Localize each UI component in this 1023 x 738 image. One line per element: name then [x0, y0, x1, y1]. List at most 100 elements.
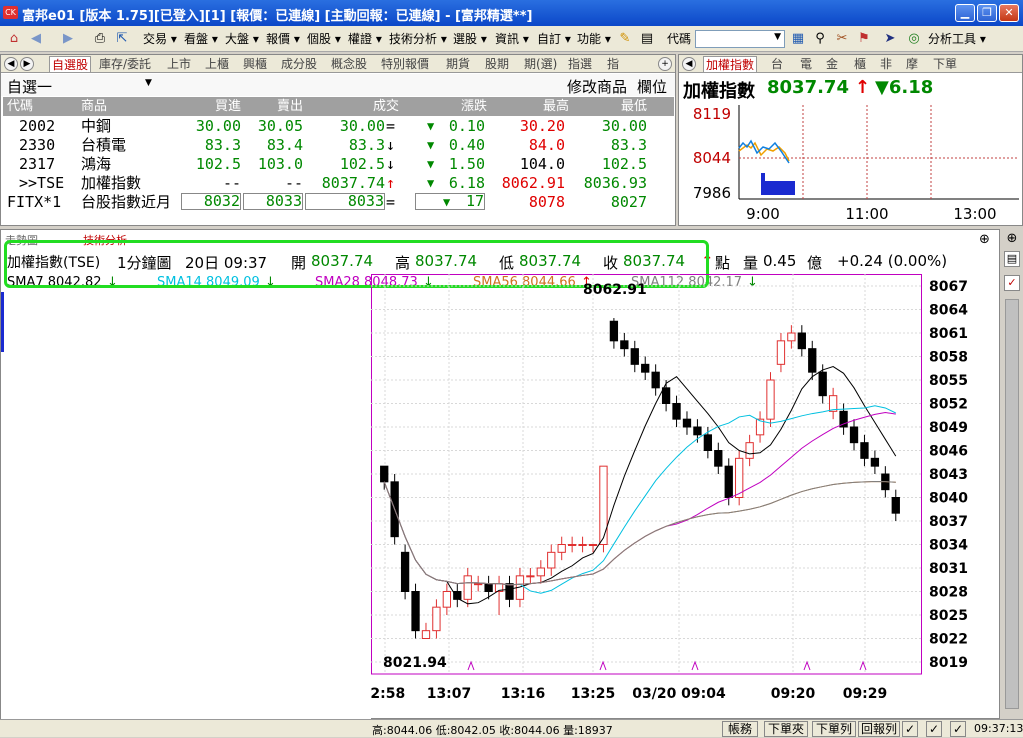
- table-row[interactable]: 2317 鴻海 102.5 103.0 102.5 1.50 104.0 102.5 ↓ ▼: [3, 155, 674, 174]
- cell-name: 加權指數: [81, 174, 142, 192]
- column-header[interactable]: 最高: [489, 97, 569, 116]
- watchlist-tab[interactable]: 指: [607, 56, 619, 72]
- tools-icon[interactable]: ✂: [834, 31, 850, 47]
- mini-chart-tab[interactable]: 櫃: [854, 56, 866, 72]
- tab-technical[interactable]: 技術分析: [83, 232, 127, 248]
- table-row[interactable]: 2330 台積電 83.3 83.4 83.3 0.40 84.0 83.3 ↓ ▼: [3, 136, 674, 155]
- close-icon[interactable]: ✕: [999, 4, 1019, 22]
- table-row[interactable]: >>TSE 加權指數 -- -- 8037.74 6.18 8062.91 8036.93 ↑ ▼: [3, 174, 674, 193]
- watchlist-tab[interactable]: 期(選): [524, 56, 557, 72]
- watchlist-tab[interactable]: 上櫃: [205, 56, 229, 72]
- y-tick-label: 8034: [929, 538, 968, 554]
- menu-item[interactable]: 報價 ▾: [266, 30, 300, 48]
- group-select[interactable]: 自選一 ▼: [7, 76, 152, 97]
- watchlist-tab[interactable]: 上市: [167, 56, 191, 72]
- print-icon[interactable]: ⎙: [92, 31, 108, 47]
- toggle-check-icon[interactable]: ✓: [926, 721, 942, 737]
- watchlist-tab[interactable]: 庫存/委託: [99, 56, 151, 72]
- watchlist-tab[interactable]: 指選: [568, 56, 592, 72]
- menu-item[interactable]: 看盤 ▾: [184, 30, 218, 48]
- column-header[interactable]: 買進: [181, 97, 241, 116]
- cursor-icon[interactable]: ➤: [882, 31, 898, 47]
- alert-icon[interactable]: ⚑: [856, 31, 872, 47]
- account-button[interactable]: 帳務: [722, 721, 758, 737]
- menu-item[interactable]: 技術分析 ▾: [389, 30, 447, 48]
- column-header[interactable]: 漲跌: [403, 97, 487, 116]
- mini-chart-tab[interactable]: 台: [771, 56, 783, 72]
- watchlist-tab[interactable]: 期貨: [446, 56, 470, 72]
- menu-item-label: 權證: [348, 32, 373, 46]
- home-icon[interactable]: ⌂: [6, 31, 22, 47]
- y-tick-label: 8046: [929, 444, 968, 460]
- index-mini-chart: ◀ 加權指數台 電金櫃非摩下單 加權指數 8037.74 ↑ ▼6.18 8119…: [678, 54, 1023, 226]
- column-header[interactable]: 成交: [305, 97, 399, 116]
- menu-item[interactable]: 權證 ▾: [348, 30, 382, 48]
- mini-chart-tab[interactable]: 加權指數: [703, 56, 758, 72]
- watchlist-tab[interactable]: 概念股: [331, 56, 367, 72]
- analysis-icon[interactable]: ◎: [906, 31, 922, 47]
- zoom-in-icon[interactable]: ⊕: [1004, 231, 1020, 247]
- watchlist-tab[interactable]: 自選股: [49, 56, 92, 72]
- info-close-mark: ↑: [701, 252, 714, 270]
- info-vol: 0.45: [763, 252, 797, 270]
- mini-chart-tab[interactable]: 摩: [906, 56, 918, 72]
- mini-chart-tab[interactable]: 電: [800, 56, 812, 72]
- watchlist-tab[interactable]: 特別報價: [381, 56, 429, 72]
- menu-item[interactable]: 個股 ▾: [307, 30, 341, 48]
- ma-label: SMA14 8049.09: [157, 275, 260, 290]
- menu-item[interactable]: 交易 ▾: [143, 30, 177, 48]
- check-icon[interactable]: ✓: [1004, 275, 1020, 291]
- mini-chart-tab[interactable]: 金: [826, 56, 838, 72]
- mini-tab-prev-icon[interactable]: ◀: [682, 57, 696, 71]
- popout-icon[interactable]: ⇱: [114, 31, 130, 47]
- pencil-icon[interactable]: ✎: [617, 31, 633, 47]
- column-header[interactable]: 商品: [81, 97, 181, 116]
- restore-icon[interactable]: ❐: [977, 4, 997, 22]
- order-folder-button[interactable]: 下單夾: [764, 721, 808, 737]
- note-icon[interactable]: ▤: [639, 31, 655, 47]
- info-close-label: 收: [603, 254, 619, 272]
- vertical-scrollbar[interactable]: [1005, 299, 1019, 709]
- candle-body: [505, 583, 514, 600]
- column-header[interactable]: 最低: [571, 97, 647, 116]
- panel-icon[interactable]: ▤: [1004, 251, 1020, 267]
- grid-icon[interactable]: ▦: [790, 31, 806, 47]
- search-icon[interactable]: ⚲: [812, 31, 828, 47]
- forward-icon[interactable]: ▶: [60, 31, 76, 47]
- tab-prev-icon[interactable]: ◀: [4, 57, 18, 71]
- watchlist-tab[interactable]: 興櫃: [243, 56, 267, 72]
- add-icon[interactable]: +: [658, 57, 672, 71]
- mini-chart-tab[interactable]: 下單: [933, 56, 957, 72]
- zoom-icon[interactable]: ⊕: [979, 232, 990, 247]
- mini-chart-tab[interactable]: 非: [880, 56, 892, 72]
- columns-button[interactable]: 欄位: [637, 76, 667, 97]
- column-header[interactable]: 賣出: [243, 97, 303, 116]
- analysis-tools-menu[interactable]: 分析工具 ▾: [928, 30, 986, 48]
- modify-items-button[interactable]: 修改商品: [567, 76, 627, 97]
- menu-item[interactable]: 大盤 ▾: [225, 30, 259, 48]
- toggle-check-icon[interactable]: ✓: [902, 721, 918, 737]
- menu-item[interactable]: 資訊 ▾: [495, 30, 529, 48]
- report-bar-button[interactable]: 回報列: [858, 721, 900, 737]
- cell-last: 83.3: [348, 136, 385, 154]
- info-unit: 點: [715, 254, 731, 272]
- candle-body: [714, 450, 723, 467]
- tab-trend[interactable]: 走勢圖: [5, 232, 38, 248]
- table-row[interactable]: 2002 中鋼 30.00 30.05 30.00 0.10 30.20 30.00 = ▼: [3, 117, 674, 136]
- table-row[interactable]: FITX*1 台股指數近月 8032 8033 8033 17 8078 8027 = ▼: [3, 193, 674, 212]
- code-input[interactable]: ▼: [695, 30, 785, 48]
- y-tick-label: 8067: [929, 279, 968, 295]
- menu-item[interactable]: 功能 ▾: [577, 30, 611, 48]
- watchlist-tab[interactable]: 股期: [485, 56, 509, 72]
- toggle-check-icon[interactable]: ✓: [950, 721, 966, 737]
- minimize-icon[interactable]: ▁: [955, 4, 975, 22]
- menu-item[interactable]: 選股 ▾: [453, 30, 487, 48]
- menu-item[interactable]: 自訂 ▾: [537, 30, 571, 48]
- tab-next-icon[interactable]: ▶: [20, 57, 34, 71]
- candle-body: [547, 551, 556, 569]
- column-header[interactable]: 代碼: [7, 97, 77, 116]
- order-bar-button[interactable]: 下單列: [812, 721, 856, 737]
- back-icon[interactable]: ◀: [28, 31, 44, 47]
- ma-trend-arrow: ↓: [107, 275, 118, 290]
- watchlist-tab[interactable]: 成分股: [281, 56, 317, 72]
